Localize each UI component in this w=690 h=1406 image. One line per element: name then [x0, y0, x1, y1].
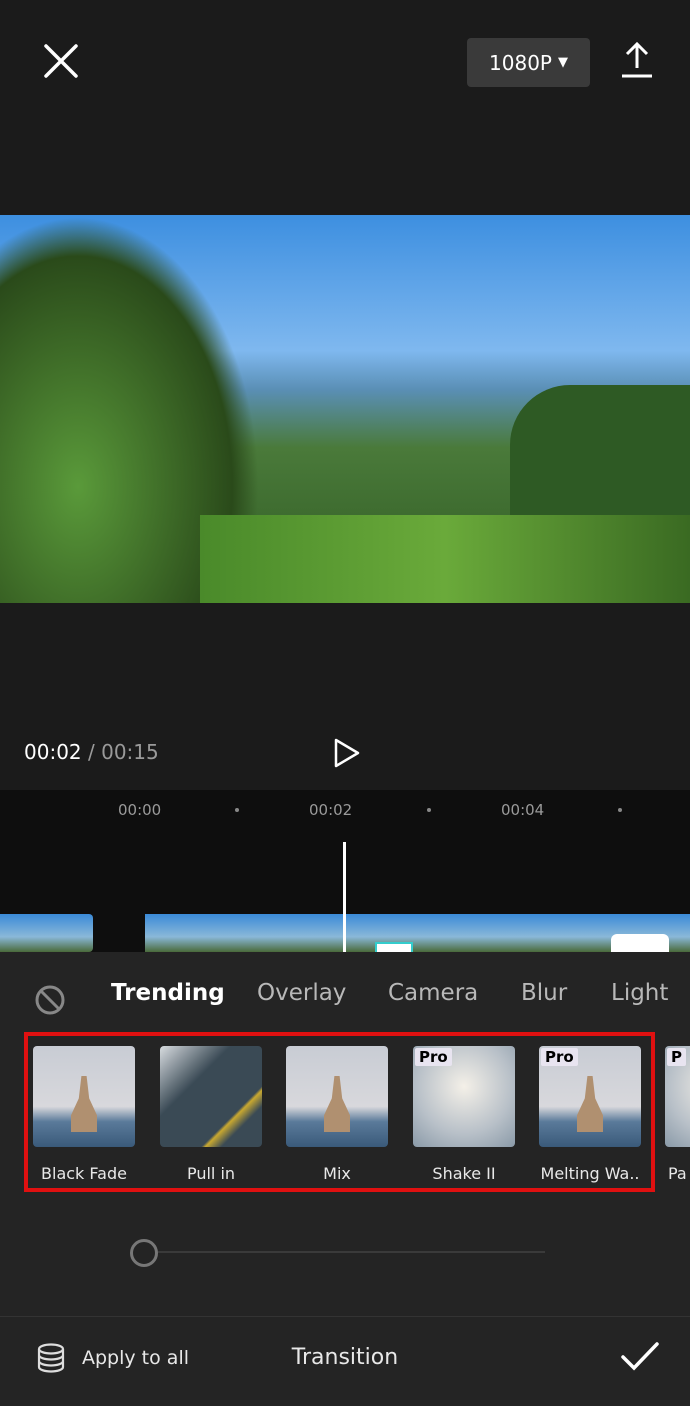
transition-thumbnail: Pro — [413, 1046, 515, 1147]
timeline-tick: 00:00 — [118, 801, 162, 819]
timeline-tick: 00:04 — [501, 801, 545, 819]
transition-melting[interactable]: Pro Melting Wa.. — [539, 1046, 641, 1183]
check-icon[interactable] — [620, 1340, 660, 1374]
resolution-dropdown[interactable]: 1080P ▼ — [467, 38, 590, 87]
transition-pull-in[interactable]: Pull in — [160, 1046, 262, 1183]
close-icon[interactable] — [40, 40, 82, 82]
clip-thumbnail[interactable] — [0, 914, 93, 952]
transition-label: Mix — [323, 1164, 351, 1183]
transition-label: Black Fade — [41, 1164, 127, 1183]
panel-title: Transition — [291, 1345, 399, 1370]
transition-thumbnail — [160, 1046, 262, 1147]
tick-dot — [618, 808, 622, 812]
transition-mix[interactable]: Mix — [286, 1046, 388, 1183]
total-time: 00:15 — [101, 740, 159, 764]
caret-down-icon: ▼ — [557, 55, 568, 70]
transition-thumbnail: P — [665, 1046, 690, 1147]
upload-icon[interactable] — [618, 40, 656, 80]
tab-blur[interactable]: Blur — [521, 980, 567, 1006]
prohibited-icon[interactable] — [34, 984, 66, 1016]
transition-label: Pa — [668, 1164, 687, 1183]
tab-overlay[interactable]: Overlay — [257, 980, 346, 1006]
pro-badge: Pro — [541, 1048, 578, 1066]
tab-trending[interactable]: Trending — [111, 980, 225, 1006]
transition-black-fade[interactable]: Black Fade — [33, 1046, 135, 1183]
pro-badge: P — [667, 1048, 686, 1066]
pro-badge: Pro — [415, 1048, 452, 1066]
time-display: 00:02 / 00:15 — [24, 740, 159, 764]
transition-partial[interactable]: P Pa — [665, 1046, 690, 1183]
play-icon[interactable] — [332, 737, 362, 769]
tick-dot — [235, 808, 239, 812]
transition-thumbnail — [33, 1046, 135, 1147]
video-preview — [0, 215, 690, 603]
slider-handle[interactable] — [130, 1239, 158, 1267]
tab-camera[interactable]: Camera — [388, 980, 478, 1006]
category-tabs: Trending Overlay Camera Blur Light — [0, 980, 690, 1016]
transition-label: Shake II — [432, 1164, 496, 1183]
playhead[interactable] — [343, 842, 346, 954]
add-clip-button[interactable] — [611, 934, 669, 954]
transition-shake-ii[interactable]: Pro Shake II — [413, 1046, 515, 1183]
transition-label: Melting Wa.. — [540, 1164, 640, 1183]
tick-dot — [427, 808, 431, 812]
duration-slider[interactable] — [145, 1251, 545, 1253]
resolution-label: 1080P — [489, 50, 552, 75]
current-time: 00:02 — [24, 740, 82, 764]
time-separator: / — [88, 740, 95, 764]
clip-thumbnail[interactable] — [145, 914, 690, 952]
timeline-tick: 00:02 — [309, 801, 353, 819]
transition-label: Pull in — [186, 1164, 236, 1183]
transition-thumbnail — [286, 1046, 388, 1147]
transition-thumbnail: Pro — [539, 1046, 641, 1147]
tab-light[interactable]: Light — [611, 980, 668, 1006]
